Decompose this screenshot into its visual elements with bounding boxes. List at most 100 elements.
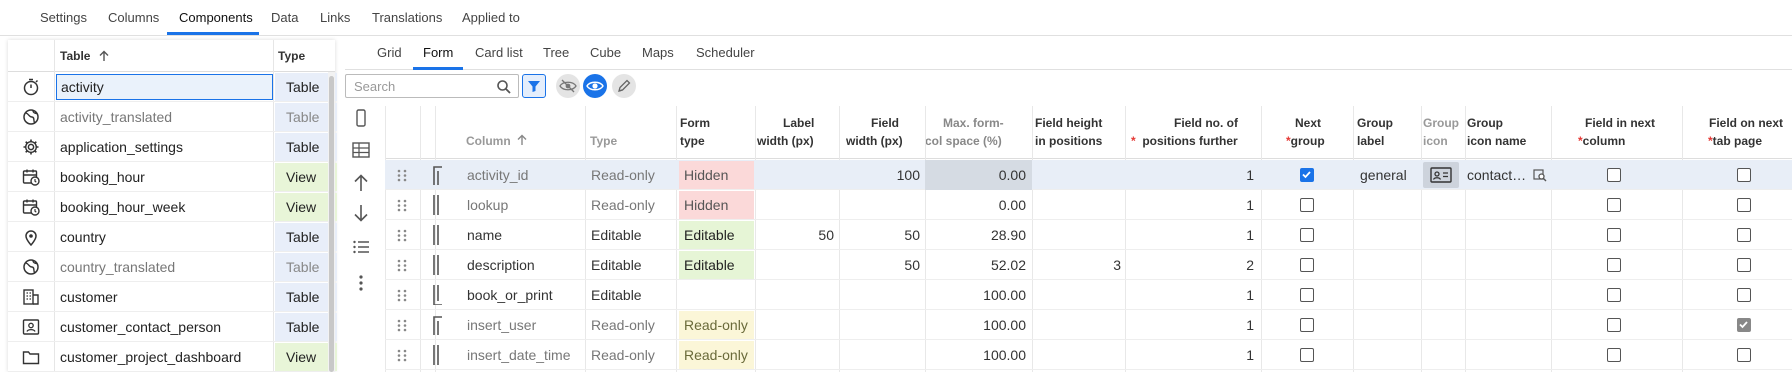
tab-components[interactable]: Components (179, 0, 253, 35)
drag-handle-icon[interactable] (397, 169, 407, 182)
move-up-icon[interactable] (350, 172, 372, 194)
header-next-tab-2[interactable]: *tab page (1708, 132, 1762, 150)
table-name[interactable]: activity (56, 74, 273, 100)
form-type-value[interactable]: Read-only (679, 341, 754, 369)
tab-grid[interactable]: Grid (377, 38, 402, 69)
next-tab-checkbox[interactable] (1737, 198, 1751, 212)
form-type-value[interactable]: Editable (679, 221, 754, 249)
next-tab-checkbox[interactable] (1737, 258, 1751, 272)
filter-button[interactable] (522, 74, 546, 98)
tab-maps[interactable]: Maps (642, 38, 674, 69)
table-list-row[interactable]: country_translated Table (8, 252, 337, 282)
header-label-width-1[interactable]: Label (783, 114, 814, 132)
next-group-checkbox[interactable] (1300, 288, 1314, 302)
drag-handle-icon[interactable] (397, 319, 407, 332)
edit-mode-button[interactable] (612, 74, 636, 98)
header-label-width-2[interactable]: width (px) (757, 132, 814, 150)
form-type-value[interactable]: Hidden (679, 191, 754, 219)
label-width-value[interactable] (756, 250, 834, 280)
header-group-label-2[interactable]: label (1357, 132, 1384, 150)
header-group-label-1[interactable]: Group (1357, 114, 1393, 132)
table-list-row[interactable]: booking_hour View (8, 162, 337, 192)
header-group-icon-name-2[interactable]: icon name (1467, 132, 1526, 150)
header-max-form-2[interactable]: col space (%) (925, 132, 1002, 150)
field-width-value[interactable] (840, 280, 920, 310)
next-column-checkbox[interactable] (1607, 228, 1621, 242)
next-column-checkbox[interactable] (1607, 348, 1621, 362)
header-form-type-1[interactable]: Form (680, 114, 710, 132)
next-group-checkbox[interactable] (1300, 198, 1314, 212)
header-group-icon-1[interactable]: Group (1423, 114, 1459, 132)
field-width-value[interactable] (840, 310, 920, 340)
header-next-group-2[interactable]: *group (1286, 132, 1325, 150)
positions-further-value[interactable]: 1 (1126, 190, 1254, 220)
label-width-value[interactable] (756, 340, 834, 370)
positions-further-value[interactable]: 1 (1126, 280, 1254, 310)
header-group-icon-name-1[interactable]: Group (1467, 114, 1503, 132)
field-height-value[interactable] (1033, 220, 1121, 250)
tab-translations[interactable]: Translations (372, 0, 442, 35)
next-tab-checkbox[interactable] (1737, 228, 1751, 242)
header-form-type-2[interactable]: type (680, 132, 705, 150)
grid-row[interactable]: activity_id Read-only Hidden 100 0.00 1 genera… (385, 160, 1792, 190)
list-order-icon[interactable] (350, 236, 372, 258)
header-field-height-2[interactable]: in positions (1035, 132, 1102, 150)
drag-handle-icon[interactable] (397, 289, 407, 302)
table-list-row[interactable]: activity Table (8, 72, 337, 102)
label-width-value[interactable] (756, 160, 834, 190)
grid-row[interactable]: insert_user Read-only Read-only 100.00 1 (385, 310, 1792, 340)
header-field-height-1[interactable]: Field height (1035, 114, 1102, 132)
tab-applied-to[interactable]: Applied to (462, 0, 520, 35)
label-width-value[interactable] (756, 310, 834, 340)
table-list-row[interactable]: country Table (8, 222, 337, 252)
header-next-column-1[interactable]: Field in next (1585, 114, 1655, 132)
field-width-value[interactable] (840, 190, 920, 220)
tab-links[interactable]: Links (320, 0, 350, 35)
table-list-scrollbar[interactable] (328, 72, 335, 372)
header-field-width-2[interactable]: width (px) (846, 132, 903, 150)
header-type[interactable]: Type (590, 132, 617, 150)
header-max-form-1[interactable]: Max. form- (943, 114, 1004, 132)
tab-cube[interactable]: Cube (590, 38, 621, 69)
tab-scheduler[interactable]: Scheduler (696, 38, 755, 69)
next-group-checkbox[interactable] (1300, 258, 1314, 272)
field-height-value[interactable] (1033, 190, 1121, 220)
field-height-value[interactable]: 3 (1033, 250, 1121, 280)
grid-row[interactable]: lookup Read-only Hidden 0.00 1 (385, 190, 1792, 220)
grid-row[interactable]: name Editable Editable 50 50 28.90 1 (385, 220, 1792, 250)
label-width-value[interactable] (756, 190, 834, 220)
table-list-row[interactable]: activity_translated Table (8, 102, 337, 132)
positions-further-value[interactable]: 1 (1126, 340, 1254, 370)
search-icon[interactable] (496, 79, 512, 95)
hide-fields-button[interactable] (556, 74, 580, 98)
positions-further-value[interactable]: 1 (1126, 220, 1254, 250)
form-type-value[interactable]: Read-only (679, 311, 754, 339)
field-height-value[interactable] (1033, 340, 1121, 370)
field-height-value[interactable] (1033, 160, 1121, 190)
next-column-checkbox[interactable] (1607, 288, 1621, 302)
next-column-checkbox[interactable] (1607, 168, 1621, 182)
header-group-icon-2[interactable]: icon (1423, 132, 1448, 150)
label-width-value[interactable] (756, 280, 834, 310)
icon-search-icon[interactable] (1533, 168, 1547, 182)
header-next-tab-1[interactable]: Field on next (1709, 114, 1783, 132)
header-table[interactable]: Table (60, 40, 90, 72)
form-type-value[interactable]: Hidden (679, 161, 754, 189)
table-list-row[interactable]: customer_project_dashboard View (8, 342, 337, 372)
tab-data[interactable]: Data (271, 0, 298, 35)
next-group-checkbox[interactable] (1300, 318, 1314, 332)
label-width-value[interactable]: 50 (756, 220, 834, 250)
table-list-row[interactable]: application_settings Table (8, 132, 337, 162)
next-tab-checkbox[interactable] (1737, 348, 1751, 362)
table-list-row[interactable]: customer_contact_person Table (8, 312, 337, 342)
more-vertical-icon[interactable] (350, 272, 372, 294)
next-column-checkbox[interactable] (1607, 258, 1621, 272)
group-icon-preview[interactable] (1423, 162, 1459, 188)
tab-settings[interactable]: Settings (40, 0, 87, 35)
header-field-width-1[interactable]: Field (871, 114, 899, 132)
scrollbar-thumb[interactable] (329, 76, 334, 372)
next-column-checkbox[interactable] (1607, 198, 1621, 212)
group-icon-name-value[interactable]: contact… (1467, 160, 1532, 190)
table-list-row[interactable]: booking_hour_week View (8, 192, 337, 222)
header-column[interactable]: Column (466, 132, 511, 150)
